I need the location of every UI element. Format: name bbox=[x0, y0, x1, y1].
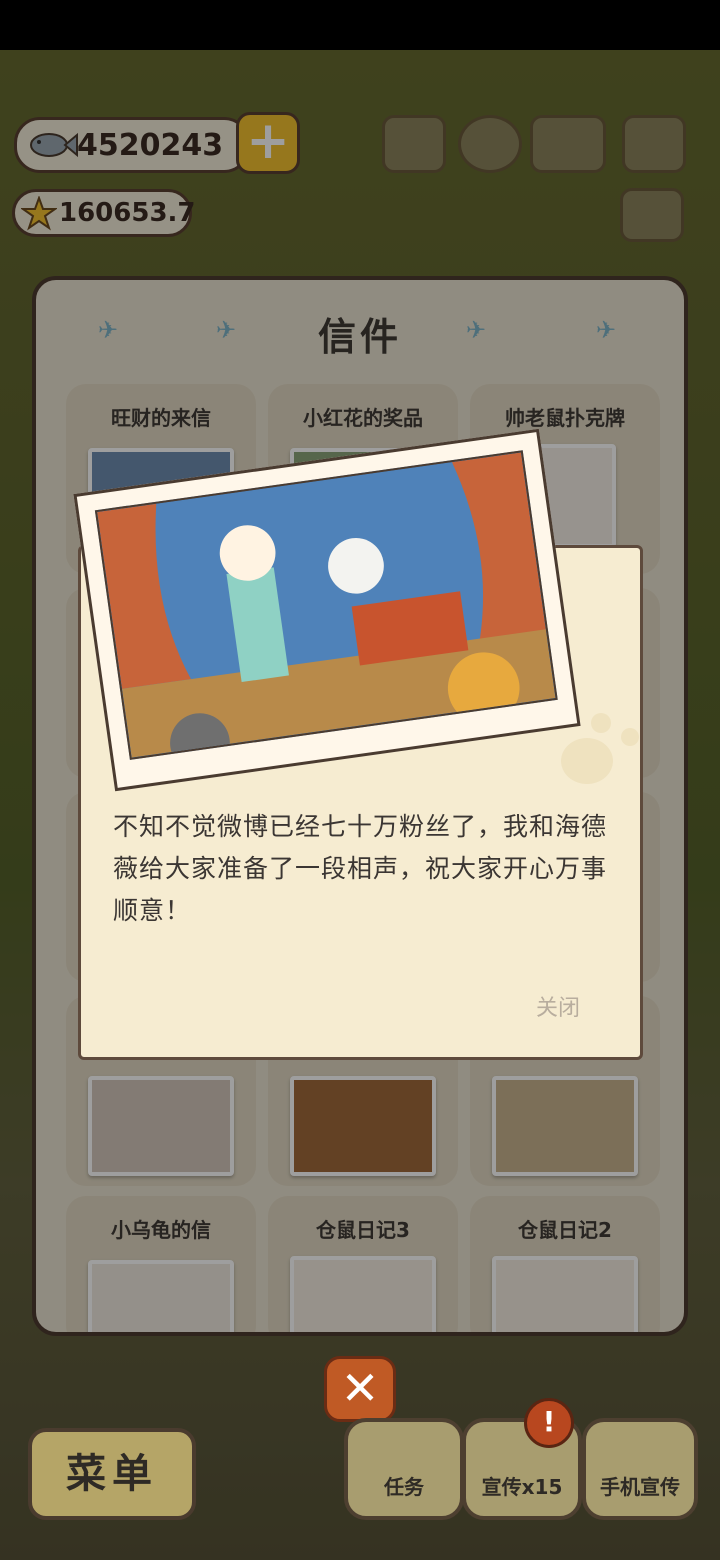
task-button[interactable]: 任务 bbox=[344, 1418, 464, 1520]
phone-promote-label: 手机宣传 bbox=[600, 1475, 680, 1499]
paw-print-icon bbox=[561, 738, 613, 784]
close-panel-button[interactable]: ✕ bbox=[324, 1356, 396, 1422]
notification-badge: ! bbox=[524, 1398, 574, 1448]
stage-illustration bbox=[97, 452, 556, 760]
close-letter-button[interactable]: 关闭 bbox=[536, 990, 580, 1022]
stage-scene-image bbox=[94, 450, 558, 760]
task-label: 任务 bbox=[384, 1475, 424, 1499]
letter-message: 不知不觉微博已经七十万粉丝了，我和海德薇给大家准备了一段相声，祝大家开心万事顺意… bbox=[113, 812, 608, 925]
promote-label: 宣传x15 bbox=[481, 1475, 563, 1499]
phone-promote-button[interactable]: 手机宣传 bbox=[582, 1418, 698, 1520]
paw-print-icon bbox=[591, 713, 611, 733]
menu-button[interactable]: 菜单 bbox=[28, 1428, 196, 1520]
paw-print-icon bbox=[621, 728, 639, 746]
